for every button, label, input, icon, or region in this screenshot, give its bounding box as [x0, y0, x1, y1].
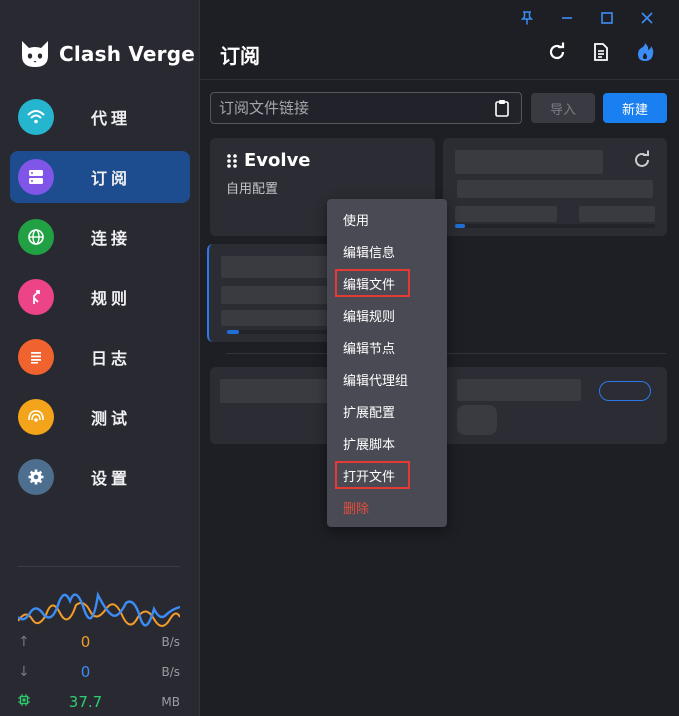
- redacted-url: [457, 180, 653, 198]
- menu-item-label: 删除: [343, 501, 370, 517]
- sidebar-item-label: 日志: [91, 349, 132, 368]
- menu-item-label: 编辑规则: [343, 309, 396, 325]
- globe-icon: [18, 219, 54, 255]
- profile-title: Evolve: [226, 150, 311, 171]
- drag-handle-icon[interactable]: [226, 153, 238, 169]
- clipboard-icon[interactable]: [492, 98, 512, 118]
- redacted-date: [579, 206, 655, 222]
- upload-stat: ↑ 0 B/s: [18, 627, 180, 657]
- app-window: Clash Verge 代理 订阅 连接 规则 日志 测试 设置 ↑ 0 B/s…: [0, 0, 679, 716]
- usage-track: [227, 330, 331, 334]
- header-actions: [545, 40, 657, 64]
- sidebar-item-proxy[interactable]: 代理: [10, 91, 190, 143]
- gear-icon: [18, 459, 54, 495]
- redacted-title: [455, 150, 603, 174]
- profile-name: Evolve: [244, 150, 311, 171]
- sidebar-item-profiles[interactable]: 订阅: [10, 151, 190, 203]
- divider: [18, 566, 180, 567]
- redacted-info: [455, 206, 557, 222]
- highlight-box: [335, 461, 410, 489]
- memory-chip-icon: [18, 694, 38, 710]
- list-icon: [18, 339, 54, 375]
- menu-item-edit-proxy-groups[interactable]: 编辑代理组: [327, 363, 447, 395]
- memory-usage: 37.7: [68, 693, 103, 711]
- sidebar-item-label: 订阅: [91, 169, 132, 188]
- upload-speed: 0: [80, 633, 91, 651]
- menu-item-edit-nodes[interactable]: 编辑节点: [327, 331, 447, 363]
- traffic-graph: [18, 591, 180, 627]
- usage-bar: [455, 224, 465, 228]
- profile-card-selected[interactable]: [207, 244, 337, 342]
- usage-track: [455, 224, 655, 228]
- sidebar-item-test[interactable]: 测试: [10, 391, 190, 443]
- profile-card-redacted[interactable]: [443, 138, 667, 236]
- sidebar-item-label: 连接: [91, 229, 132, 248]
- profile-type: 自用配置: [226, 182, 279, 197]
- profile-context-menu: 使用 编辑信息 编辑文件 编辑规则 编辑节点 编辑代理组 扩展配置 扩展脚本 打…: [327, 199, 447, 527]
- menu-item-edit-info[interactable]: 编辑信息: [327, 235, 447, 267]
- menu-item-use[interactable]: 使用: [327, 203, 447, 235]
- sidebar-item-label: 测试: [91, 409, 132, 428]
- brand: Clash Verge: [19, 38, 195, 70]
- menu-item-label: 扩展配置: [343, 405, 396, 421]
- menu-item-label: 扩展脚本: [343, 437, 396, 453]
- status-toggle[interactable]: [599, 381, 651, 401]
- download-unit: B/s: [161, 665, 180, 679]
- menu-item-label: 编辑节点: [343, 341, 396, 357]
- profile-toolbar: 导入 新建: [210, 92, 668, 124]
- highlight-box: [335, 269, 410, 297]
- menu-item-open-file[interactable]: 打开文件: [327, 459, 447, 491]
- download-speed: 0: [80, 663, 91, 681]
- memory-unit: MB: [161, 695, 180, 709]
- refresh-icon[interactable]: [545, 40, 569, 64]
- import-button[interactable]: 导入: [531, 93, 595, 123]
- menu-item-delete[interactable]: 删除: [327, 491, 447, 523]
- sidebar-item-rules[interactable]: 规则: [10, 271, 190, 323]
- upload-unit: B/s: [161, 635, 180, 649]
- sidebar-item-label: 规则: [91, 289, 132, 308]
- server-icon: [18, 159, 54, 195]
- traffic-monitor: ↑ 0 B/s ↓ 0 B/s 37.7 MB: [18, 566, 180, 716]
- refresh-icon[interactable]: [632, 150, 652, 170]
- new-profile-button[interactable]: 新建: [603, 93, 667, 123]
- sidebar: Clash Verge 代理 订阅 连接 规则 日志 测试 设置 ↑ 0 B/s…: [0, 0, 200, 716]
- arrow-down-icon: ↓: [18, 664, 30, 680]
- subscription-url-input[interactable]: [210, 92, 522, 124]
- redacted-title-2: [457, 379, 581, 401]
- redacted-chip: [457, 405, 497, 435]
- fire-icon[interactable]: [633, 40, 657, 64]
- redacted-title: [221, 256, 331, 278]
- menu-item-label: 使用: [343, 213, 370, 229]
- usage-bar: [227, 330, 239, 334]
- sidebar-item-logs[interactable]: 日志: [10, 331, 190, 383]
- wifi-icon: [18, 99, 54, 135]
- menu-item-label: 编辑代理组: [343, 373, 409, 389]
- sidebar-item-label: 设置: [91, 469, 132, 488]
- sidebar-item-settings[interactable]: 设置: [10, 451, 190, 503]
- menu-item-edit-file[interactable]: 编辑文件: [327, 267, 447, 299]
- download-stat: ↓ 0 B/s: [18, 657, 180, 687]
- document-icon[interactable]: [589, 40, 613, 64]
- redacted-url: [221, 286, 331, 304]
- menu-item-extend-script[interactable]: 扩展脚本: [327, 427, 447, 459]
- redacted-info: [221, 310, 331, 326]
- page-header: 订阅: [200, 0, 679, 80]
- menu-item-label: 编辑信息: [343, 245, 396, 261]
- menu-item-edit-rules[interactable]: 编辑规则: [327, 299, 447, 331]
- sidebar-nav: 代理 订阅 连接 规则 日志 测试 设置: [10, 91, 190, 511]
- menu-item-extend-config[interactable]: 扩展配置: [327, 395, 447, 427]
- redacted-title: [220, 379, 330, 403]
- arrow-up-icon: ↑: [18, 634, 30, 650]
- sidebar-item-label: 代理: [91, 109, 132, 128]
- memory-stat: 37.7 MB: [18, 687, 180, 716]
- sidebar-item-connections[interactable]: 连接: [10, 211, 190, 263]
- app-title: Clash Verge: [59, 42, 196, 66]
- radar-icon: [18, 399, 54, 435]
- route-icon: [18, 279, 54, 315]
- page-title: 订阅: [220, 44, 260, 68]
- cat-logo-icon: [22, 41, 48, 67]
